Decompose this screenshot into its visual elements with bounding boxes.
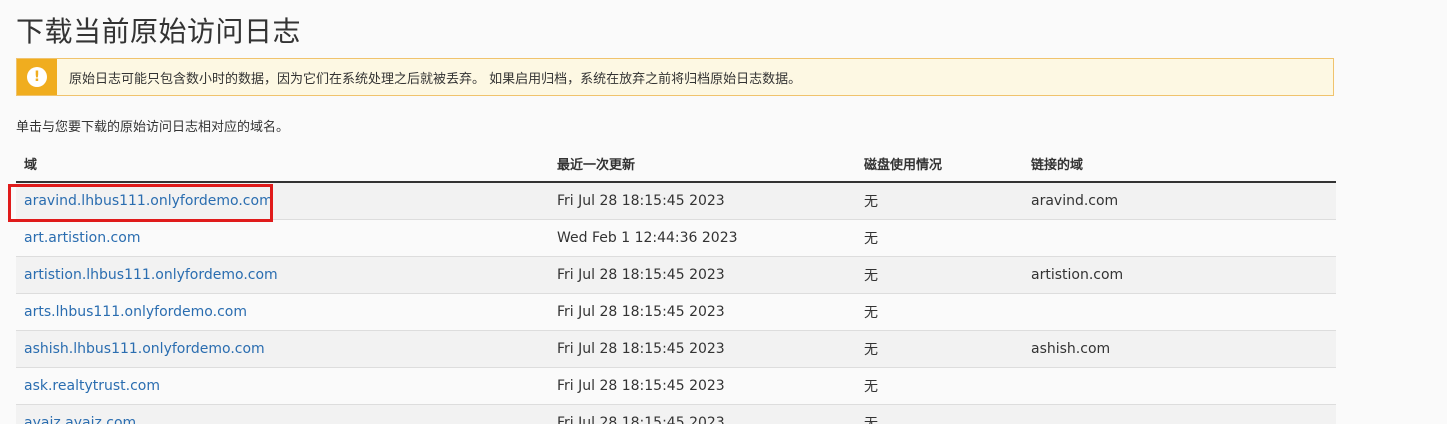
domain-link[interactable]: ashish.lhbus111.onlyfordemo.com (24, 341, 265, 357)
last-updated-cell: Fri Jul 28 18:15:45 2023 (549, 366, 856, 404)
domain-cell: artistion.lhbus111.onlyfordemo.com (16, 255, 549, 293)
table-row: arts.lhbus111.onlyfordemo.com Fri Jul 28… (16, 292, 1336, 330)
raw-access-logs-page: 下载当前原始访问日志 ! 原始日志可能只包含数小时的数据，因为它们在系统处理之后… (0, 0, 1447, 424)
domain-link[interactable]: ask.realtytrust.com (24, 378, 160, 394)
last-updated-cell: Fri Jul 28 18:15:45 2023 (549, 329, 856, 367)
domain-cell: ask.realtytrust.com (16, 366, 549, 404)
disk-usage-cell: 无 (856, 181, 1023, 219)
header-last-updated[interactable]: 最近一次更新 (549, 146, 856, 183)
alert-icon-box: ! (17, 59, 57, 95)
header-linked-domain[interactable]: 链接的域 (1023, 146, 1336, 183)
disk-usage-cell: 无 (856, 218, 1023, 256)
header-domain[interactable]: 域 (16, 146, 549, 183)
domain-link[interactable]: art.artistion.com (24, 230, 140, 246)
table-row: art.artistion.com Wed Feb 1 12:44:36 202… (16, 218, 1336, 256)
exclamation-icon: ! (27, 67, 47, 87)
domain-link[interactable]: arts.lhbus111.onlyfordemo.com (24, 304, 247, 320)
domain-cell: arts.lhbus111.onlyfordemo.com (16, 292, 549, 330)
page-title: 下载当前原始访问日志 (16, 15, 302, 48)
last-updated-cell: Fri Jul 28 18:15:45 2023 (549, 403, 856, 424)
disk-usage-cell: 无 (856, 366, 1023, 404)
disk-usage-cell: 无 (856, 403, 1023, 424)
domain-link[interactable]: ayaiz.ayaiz.com (24, 415, 136, 424)
table-header-row: 域 最近一次更新 磁盘使用情况 链接的域 (16, 146, 1336, 183)
domain-link[interactable]: aravind.lhbus111.onlyfordemo.com (24, 193, 273, 209)
disk-usage-cell: 无 (856, 255, 1023, 293)
last-updated-cell: Fri Jul 28 18:15:45 2023 (549, 255, 856, 293)
domain-cell: art.artistion.com (16, 218, 549, 256)
table-row: ask.realtytrust.com Fri Jul 28 18:15:45 … (16, 366, 1336, 404)
raw-logs-table: 域 最近一次更新 磁盘使用情况 链接的域 aravind.lhbus111.on… (16, 146, 1336, 424)
linked-domain-cell (1023, 366, 1336, 404)
table-row: ashish.lhbus111.onlyfordemo.com Fri Jul … (16, 329, 1336, 367)
domain-cell: aravind.lhbus111.onlyfordemo.com (16, 181, 549, 219)
last-updated-cell: Wed Feb 1 12:44:36 2023 (549, 218, 856, 256)
alert-text: 原始日志可能只包含数小时的数据，因为它们在系统处理之后就被丢弃。 如果启用归档，… (69, 71, 802, 87)
warning-alert: ! 原始日志可能只包含数小时的数据，因为它们在系统处理之后就被丢弃。 如果启用归… (16, 58, 1334, 96)
disk-usage-cell: 无 (856, 292, 1023, 330)
instruction-text: 单击与您要下载的原始访问日志相对应的域名。 (16, 120, 290, 135)
linked-domain-cell: ashish.com (1023, 329, 1336, 367)
last-updated-cell: Fri Jul 28 18:15:45 2023 (549, 292, 856, 330)
table-row: artistion.lhbus111.onlyfordemo.com Fri J… (16, 255, 1336, 293)
linked-domain-cell (1023, 403, 1336, 424)
domain-cell: ayaiz.ayaiz.com (16, 403, 549, 424)
linked-domain-cell: artistion.com (1023, 255, 1336, 293)
linked-domain-cell (1023, 218, 1336, 256)
domain-cell: ashish.lhbus111.onlyfordemo.com (16, 329, 549, 367)
table-row: ayaiz.ayaiz.com Fri Jul 28 18:15:45 2023… (16, 403, 1336, 424)
last-updated-cell: Fri Jul 28 18:15:45 2023 (549, 181, 856, 219)
domain-link[interactable]: artistion.lhbus111.onlyfordemo.com (24, 267, 278, 283)
table-row: aravind.lhbus111.onlyfordemo.com Fri Jul… (16, 181, 1336, 219)
linked-domain-cell: aravind.com (1023, 181, 1336, 219)
linked-domain-cell (1023, 292, 1336, 330)
disk-usage-cell: 无 (856, 329, 1023, 367)
header-disk-usage[interactable]: 磁盘使用情况 (856, 146, 1023, 183)
